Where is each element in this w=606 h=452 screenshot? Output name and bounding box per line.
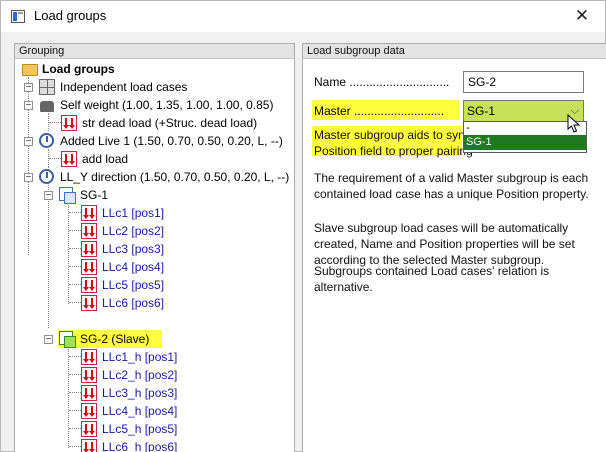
load-subgroup-data-panel: Load subgroup data Name ................… — [302, 43, 606, 452]
tree-item-ll-y-direction[interactable]: − LL_Y direction (1.50, 0.70, 0.50, 0.20… — [15, 168, 294, 186]
load-case-icon — [81, 259, 97, 275]
tree-item-sg2-case[interactable]: LLc1_h [pos1] — [15, 348, 294, 366]
name-input[interactable]: SG-2 — [463, 71, 584, 93]
master-label: Master ........................... — [314, 104, 445, 118]
load-case-icon — [61, 115, 77, 131]
folder-icon — [22, 64, 38, 76]
clock-icon — [39, 169, 54, 184]
tree-item-self-weight[interactable]: − Self weight (1.00, 1.35, 1.00, 1.00, 0… — [15, 96, 294, 114]
collapse-icon[interactable]: − — [24, 101, 33, 111]
tree-item-sg1-case[interactable]: LLc5 [pos5] — [15, 276, 294, 294]
load-case-icon — [81, 277, 97, 293]
tree-item-sg1[interactable]: − SG-1 — [15, 186, 294, 204]
tree-item-sg1-case[interactable]: LLc1 [pos1] — [15, 204, 294, 222]
tree-item-sg2-case[interactable]: LLc6_h [pos6] — [15, 438, 294, 452]
load-case-icon — [81, 295, 97, 311]
load-case-icon — [81, 205, 97, 221]
master-selected-value: SG-1 — [467, 104, 496, 118]
load-case-icon — [81, 403, 97, 419]
grouping-panel: Grouping Load groups − Independent load … — [14, 43, 295, 452]
subgroup-icon — [59, 187, 76, 204]
window-icon — [11, 10, 25, 23]
tree-item-sg1-case[interactable]: LLc6 [pos6] — [15, 294, 294, 312]
weight-icon — [40, 101, 54, 112]
slave-info-text: Slave subgroup load cases will be automa… — [314, 221, 575, 267]
tree-item-independent[interactable]: − Independent load cases — [15, 78, 294, 96]
collapse-icon[interactable]: − — [44, 335, 53, 345]
load-case-icon — [81, 439, 97, 452]
tree-item-sg1-case[interactable]: LLc4 [pos4] — [15, 258, 294, 276]
master-select[interactable]: SG-1 ⌵ — [463, 100, 584, 122]
tree-item-sg1-case[interactable]: LLc2 [pos2] — [15, 222, 294, 240]
name-label: Name .............................. — [314, 75, 450, 89]
tree-item-sg2-case[interactable]: LLc2_h [pos2] — [15, 366, 294, 384]
tree-item-added-live[interactable]: − Added Live 1 (1.50, 0.70, 0.50, 0.20, … — [15, 132, 294, 150]
tree-item-sg2-case[interactable]: LLc3_h [pos3] — [15, 384, 294, 402]
grouping-header: Grouping — [15, 44, 294, 59]
collapse-icon[interactable]: − — [24, 137, 33, 147]
grid-icon — [39, 79, 55, 95]
load-case-icon — [81, 367, 97, 383]
close-button[interactable]: ✕ — [559, 1, 605, 32]
subgroup-data-header: Load subgroup data — [303, 44, 606, 59]
title-bar: Load groups ✕ — [1, 1, 605, 32]
relation-text: Subgroups contained Load cases' relation… — [314, 264, 550, 294]
load-case-icon — [81, 385, 97, 401]
tree-item-str-dead-load[interactable]: str dead load (+Struc. dead load) — [15, 114, 294, 132]
tree-item-sg2-case[interactable]: LLc5_h [pos5] — [15, 420, 294, 438]
load-groups-tree[interactable]: Load groups − Independent load cases − S… — [15, 60, 294, 452]
subgroup-icon — [59, 331, 76, 348]
load-case-icon — [81, 241, 97, 257]
load-groups-window: Load groups ✕ Grouping Load groups − Ind… — [0, 0, 606, 452]
load-case-icon — [81, 421, 97, 437]
tree-item-add-load[interactable]: add load — [15, 150, 294, 168]
collapse-icon[interactable]: − — [44, 191, 53, 201]
tree-item-sg2[interactable]: − SG-2 (Slave) — [15, 330, 294, 348]
collapse-icon[interactable]: − — [24, 83, 33, 93]
mouse-cursor-icon — [567, 114, 581, 133]
load-case-icon — [81, 349, 97, 365]
load-case-icon — [81, 223, 97, 239]
clock-icon — [39, 133, 54, 148]
tree-item-sg2-case[interactable]: LLc4_h [pos4] — [15, 402, 294, 420]
master-option-selected[interactable]: SG-1 — [464, 135, 586, 150]
load-case-icon — [61, 151, 77, 167]
collapse-icon[interactable]: − — [24, 173, 33, 183]
requirement-text: The requirement of a valid Master subgro… — [314, 171, 589, 201]
window-title: Load groups — [34, 8, 107, 23]
tree-item-sg1-case[interactable]: LLc3 [pos3] — [15, 240, 294, 258]
